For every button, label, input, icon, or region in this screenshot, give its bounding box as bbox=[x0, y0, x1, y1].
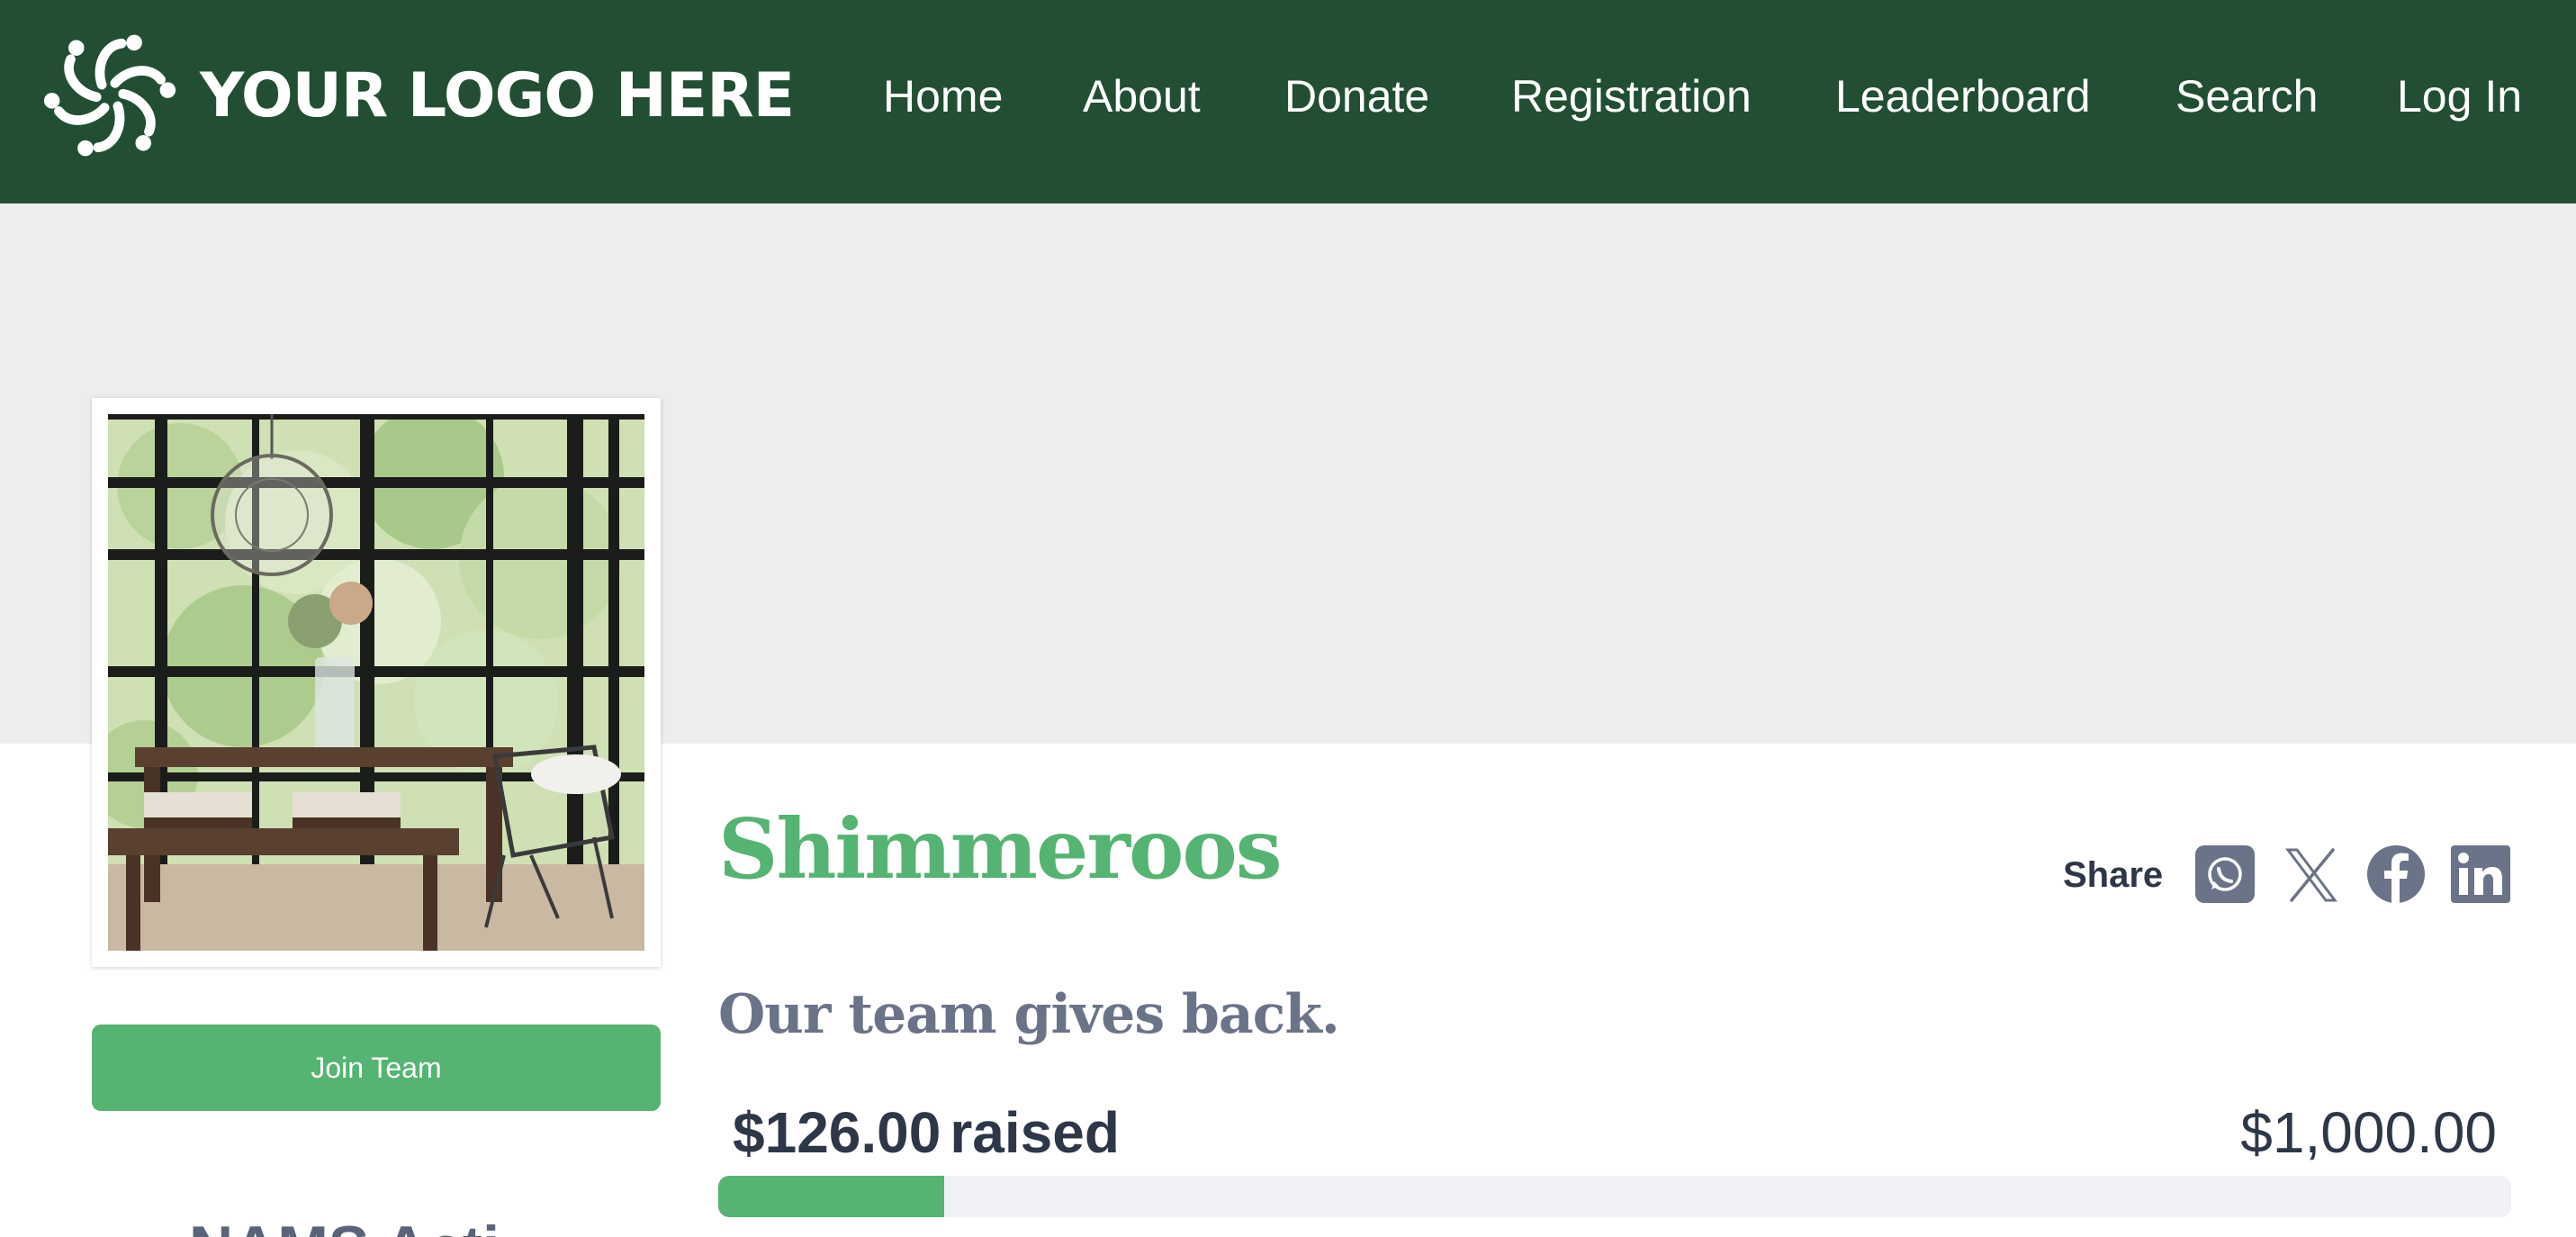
raised-label: raised bbox=[950, 1100, 1120, 1165]
nav-about[interactable]: About bbox=[1083, 65, 1201, 128]
section-heading-partial: NAMS Acti bbox=[189, 1212, 500, 1237]
whatsapp-icon[interactable] bbox=[2194, 844, 2256, 904]
nav-home[interactable]: Home bbox=[883, 65, 1003, 128]
team-tagline: Our team gives back. bbox=[718, 983, 1340, 1046]
x-icon[interactable] bbox=[2281, 844, 2342, 904]
team-photo bbox=[108, 414, 644, 951]
facebook-icon[interactable] bbox=[2365, 844, 2427, 904]
nav-leaderboard[interactable]: Leaderboard bbox=[1835, 65, 2091, 128]
site-header: YOUR LOGO HERE Home About Donate Registr… bbox=[0, 0, 2576, 203]
nav-registration[interactable]: Registration bbox=[1511, 65, 1752, 128]
join-team-button[interactable]: Join Team bbox=[92, 1025, 661, 1111]
team-name: Shimmeroos bbox=[718, 800, 1282, 898]
share-label: Share bbox=[2063, 855, 2164, 895]
goal-amount: $1,000.00 bbox=[2240, 1100, 2497, 1165]
raised-value: $126.00 bbox=[733, 1100, 941, 1165]
progress-fill bbox=[718, 1176, 944, 1217]
main-nav: Home About Donate Registration Leaderboa… bbox=[0, 65, 2576, 128]
nav-donate[interactable]: Donate bbox=[1284, 65, 1429, 128]
team-photo-card bbox=[92, 398, 661, 967]
fundraising-progress-bar bbox=[718, 1176, 2511, 1217]
nav-search[interactable]: Search bbox=[2175, 65, 2318, 128]
linkedin-icon[interactable] bbox=[2450, 844, 2511, 904]
nav-login[interactable]: Log In bbox=[2397, 65, 2522, 128]
raised-amount: $126.00 raised bbox=[733, 1097, 1120, 1169]
